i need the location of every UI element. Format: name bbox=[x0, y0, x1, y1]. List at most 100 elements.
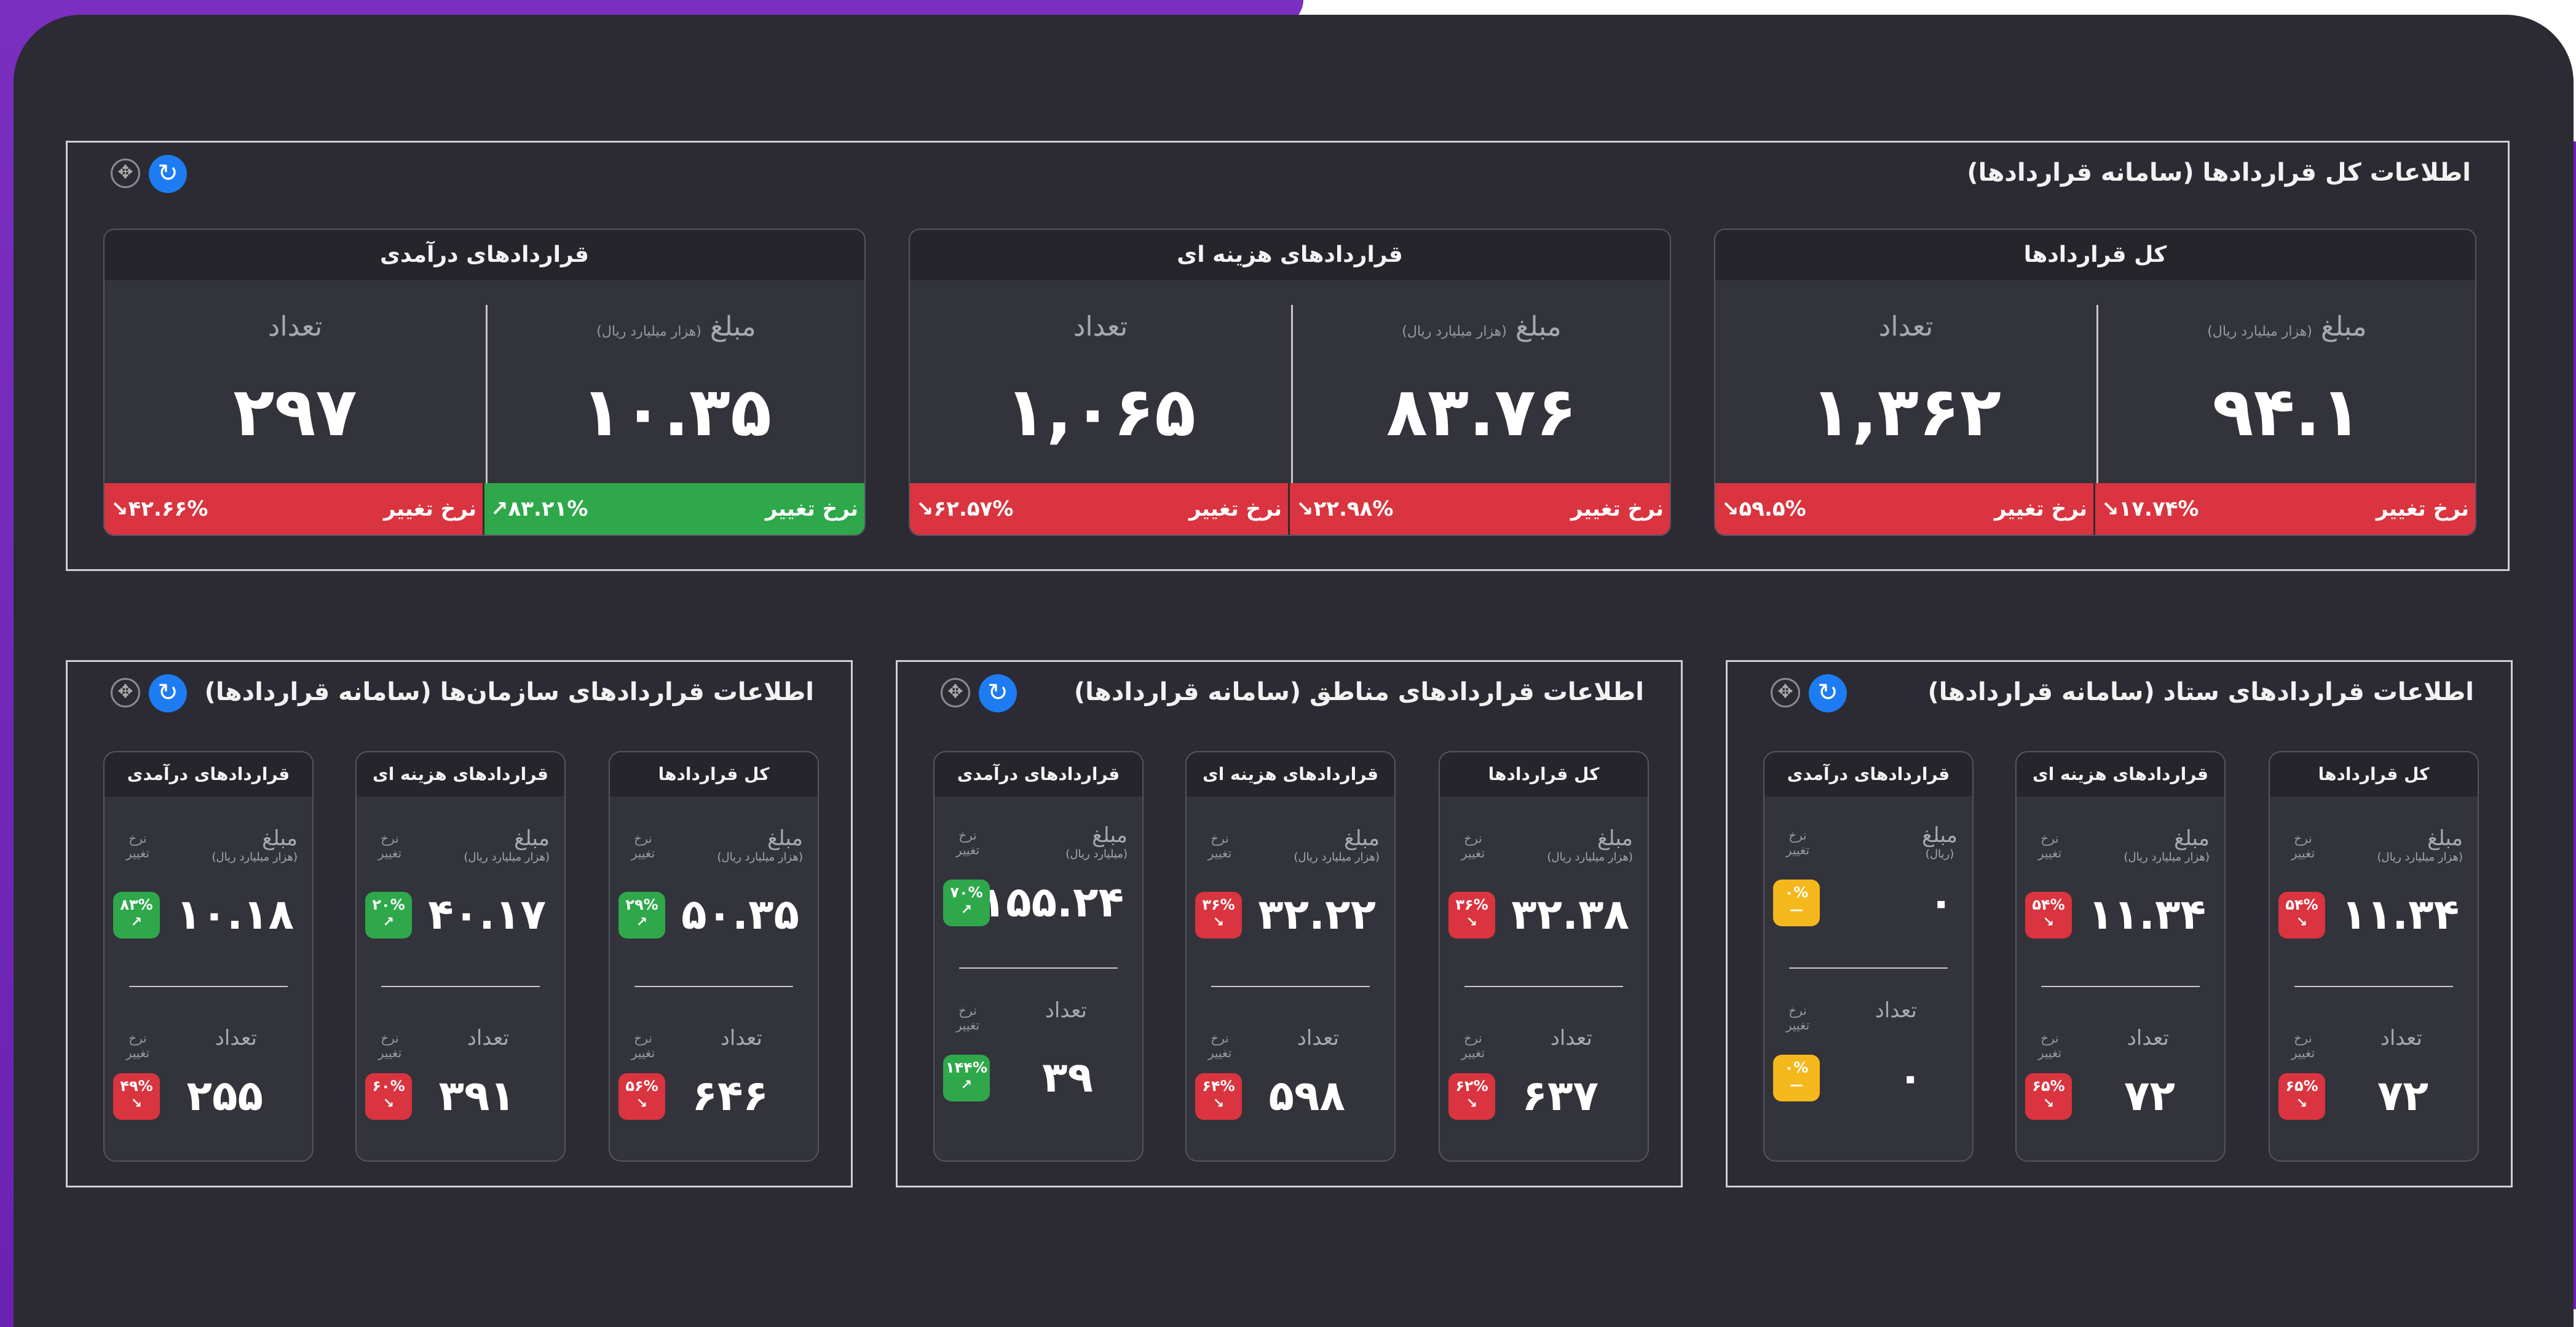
dashboard-panel: اطلاعات کل قراردادها (سامانه قراردادها) … bbox=[14, 15, 2574, 1327]
section-toolbar: ✥ ↻ bbox=[111, 674, 187, 712]
trend-flat-icon: — bbox=[1790, 902, 1803, 918]
divider bbox=[2041, 986, 2200, 987]
amount-rate-badge: ۲۰% ↗ bbox=[365, 892, 412, 939]
rate-label: نرخ تغییر bbox=[2376, 497, 2469, 521]
card-title: کل قراردادها bbox=[610, 752, 818, 797]
amount-label: مبلغ (هزار میلیارد ریال) bbox=[464, 826, 550, 864]
amount-label: مبلغ (ریال) bbox=[1922, 823, 1958, 860]
amount-rate-badge: ۷۰% ↗ bbox=[943, 880, 990, 926]
rate-label: نرخ تغییر bbox=[631, 1031, 655, 1060]
move-icon[interactable]: ✥ bbox=[111, 678, 140, 707]
rate-footer: ↘۶۲.۵۷% نرخ تغییر ↘۲۲.۹۸% نرخ تغییر bbox=[910, 483, 1670, 535]
trend-down-icon: ↘ bbox=[1212, 915, 1225, 930]
rate-label: نرخ تغییر bbox=[377, 831, 402, 860]
organizations-contracts-section: اطلاعات قراردادهای سازمان‌ها (سامانه قرا… bbox=[66, 660, 853, 1187]
amount-value: ۴۰.۱۷ bbox=[428, 891, 546, 939]
amount-rate-badge: ۲۹% ↗ bbox=[618, 892, 665, 939]
refresh-icon[interactable]: ↻ bbox=[1809, 674, 1847, 712]
amount-label: مبلغ (هزار میلیارد ریال) bbox=[596, 311, 756, 342]
rate-label: نرخ تغییر bbox=[383, 497, 476, 521]
section-toolbar: ✥ ↻ bbox=[1771, 674, 1847, 712]
amount-rate-bar: ↗۸۳.۲۱% نرخ تغییر bbox=[484, 483, 864, 535]
move-icon[interactable]: ✥ bbox=[941, 678, 970, 707]
count-rate-badge: ۰% — bbox=[1773, 1055, 1820, 1101]
count-rate-badge: ۵۶% ↘ bbox=[618, 1073, 665, 1120]
rate-label: نرخ تغییر bbox=[125, 1031, 150, 1060]
amount-rate-badge: ۵۴% ↘ bbox=[2278, 892, 2325, 939]
count-rate-badge: ۶۴% ↘ bbox=[1195, 1073, 1242, 1120]
count-value: ۷۲ bbox=[2124, 1072, 2175, 1120]
expense-contracts-card: قراردادهای هزینه ای مبلغ (هزار میلیارد ری… bbox=[355, 751, 566, 1162]
move-icon[interactable]: ✥ bbox=[111, 159, 140, 188]
amount-label: مبلغ (هزار میلیارد ریال) bbox=[1294, 826, 1380, 864]
amount-rate-value: ↘۱۷.۷۴% bbox=[2101, 497, 2199, 521]
all-contracts-card: کل قراردادها مبلغ (هزار میلیارد ریال) نرخ… bbox=[1439, 751, 1649, 1162]
regions-contracts-section: اطلاعات قراردادهای مناطق (سامانه قرارداد… bbox=[896, 660, 1683, 1187]
divider bbox=[634, 986, 793, 987]
section-toolbar: ✥ ↻ bbox=[941, 674, 1017, 712]
count-rate-badge: ۴۹% ↘ bbox=[113, 1073, 160, 1120]
amount-value: ۱۵۵.۲۴ bbox=[980, 878, 1124, 927]
amount-rate-bar: ↘۲۲.۹۸% نرخ تغییر bbox=[1290, 483, 1670, 535]
rate-label: نرخ تغییر bbox=[2037, 831, 2062, 860]
section-title: اطلاعات کل قراردادها (سامانه قراردادها) bbox=[1967, 159, 2471, 187]
count-rate-badge: ۶۵% ↘ bbox=[2025, 1073, 2072, 1120]
refresh-icon[interactable]: ↻ bbox=[149, 155, 187, 193]
rate-label: نرخ تغییر bbox=[1785, 828, 1810, 857]
amount-label: مبلغ (هزار میلیارد ریال) bbox=[2377, 826, 2463, 864]
amount-rate-badge: ۵۴% ↘ bbox=[2025, 892, 2072, 939]
trend-down-icon: ↘ bbox=[916, 497, 934, 521]
trend-up-icon: ↗ bbox=[130, 915, 143, 930]
amount-label: مبلغ (هزار میلیارد ریال) bbox=[2207, 311, 2367, 342]
rate-label: نرخ تغییر bbox=[1994, 497, 2087, 521]
count-label: تعداد bbox=[2380, 1026, 2422, 1050]
amount-value: ۰ bbox=[1928, 878, 1954, 927]
card-title: قراردادهای هزینه ای bbox=[910, 230, 1670, 280]
count-value: ۵۹۸ bbox=[1268, 1072, 1345, 1120]
count-value: ۶۴۶ bbox=[692, 1072, 768, 1120]
count-rate-value: ↘۵۹.۵% bbox=[1721, 497, 1806, 521]
divider bbox=[959, 967, 1118, 969]
section-title: اطلاعات قراردادهای ستاد (سامانه قرارداده… bbox=[1927, 678, 2474, 706]
all-contracts-card: کل قراردادها مبلغ (هزار میلیارد ریال) تع… bbox=[1714, 229, 2476, 536]
rate-label: نرخ تغییر bbox=[2037, 1031, 2062, 1060]
expense-contracts-card: قراردادهای هزینه ای مبلغ (هزار میلیارد ری… bbox=[2015, 751, 2226, 1162]
headquarters-contracts-section: اطلاعات قراردادهای ستاد (سامانه قرارداده… bbox=[1726, 660, 2513, 1187]
count-rate-value: ↘۴۲.۶۶% bbox=[111, 497, 208, 521]
count-value: ۲۵۵ bbox=[186, 1072, 263, 1120]
count-value: ۷۲ bbox=[2377, 1072, 2428, 1120]
all-contracts-card: کل قراردادها مبلغ (هزار میلیارد ریال) نرخ… bbox=[2269, 751, 2479, 1162]
rate-label: نرخ تغییر bbox=[765, 497, 858, 521]
trend-down-icon: ↘ bbox=[111, 497, 128, 521]
amount-value: ۵۰.۳۵ bbox=[681, 891, 799, 939]
amount-label: مبلغ (هزار میلیارد ریال) bbox=[2124, 826, 2210, 864]
revenue-contracts-card: قراردادهای درآمدی مبلغ (هزار میلیارد ریال… bbox=[103, 751, 314, 1162]
divider bbox=[2294, 986, 2453, 987]
revenue-contracts-card: قراردادهای درآمدی مبلغ (ریال) نرخ تغییر ۰… bbox=[1763, 751, 1973, 1162]
count-label: تعداد bbox=[720, 1026, 762, 1050]
count-label: تعداد bbox=[1550, 1026, 1592, 1050]
card-title: قراردادهای هزینه ای bbox=[2017, 752, 2224, 797]
rate-footer: ↘۵۹.۵% نرخ تغییر ↘۱۷.۷۴% نرخ تغییر bbox=[1715, 483, 2475, 535]
amount-value: ۱۰.۱۸ bbox=[176, 891, 294, 939]
divider bbox=[1211, 986, 1370, 987]
rate-label: نرخ تغییر bbox=[955, 828, 980, 857]
section-title: اطلاعات قراردادهای مناطق (سامانه قرارداد… bbox=[1073, 678, 1644, 706]
amount-value: ۱۰.۳۵ bbox=[580, 372, 772, 451]
rate-label: نرخ تغییر bbox=[1570, 497, 1664, 521]
count-rate-bar: ↘۴۲.۶۶% نرخ تغییر bbox=[105, 483, 484, 535]
trend-up-icon: ↗ bbox=[382, 915, 395, 930]
rate-label: نرخ تغییر bbox=[1188, 497, 1282, 521]
card-title: قراردادهای درآمدی bbox=[105, 230, 864, 280]
count-value: ۳۹ bbox=[1041, 1053, 1093, 1102]
move-icon[interactable]: ✥ bbox=[1771, 678, 1800, 707]
refresh-icon[interactable]: ↻ bbox=[979, 674, 1017, 712]
count-rate-badge: ۶۵% ↘ bbox=[2278, 1073, 2325, 1120]
card-title: قراردادهای هزینه ای bbox=[1187, 752, 1394, 797]
count-label: تعداد bbox=[1875, 998, 1917, 1023]
total-contracts-section: اطلاعات کل قراردادها (سامانه قراردادها) … bbox=[66, 141, 2510, 571]
trend-down-icon: ↘ bbox=[1212, 1096, 1225, 1111]
refresh-icon[interactable]: ↻ bbox=[149, 674, 187, 712]
trend-up-icon: ↗ bbox=[960, 1077, 973, 1093]
count-rate-value: ↘۶۲.۵۷% bbox=[916, 497, 1014, 521]
